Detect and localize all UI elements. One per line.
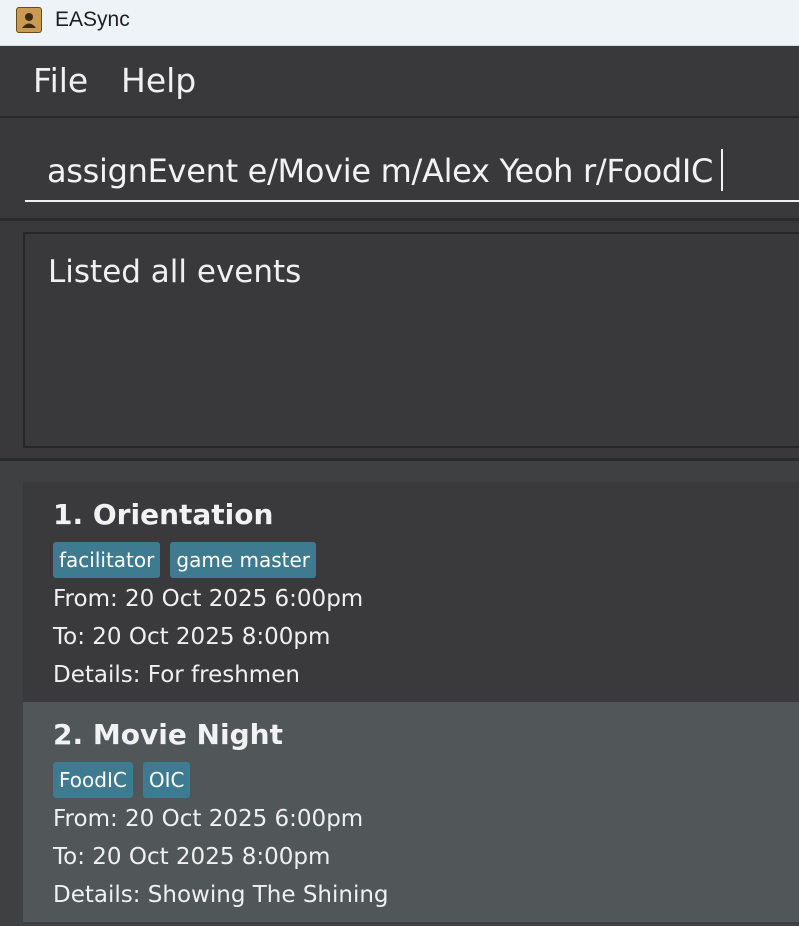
result-display-panel: Listed all events [0, 221, 799, 461]
text-caret [721, 149, 724, 191]
event-details: Details: For freshmen [53, 662, 300, 688]
tag: facilitator [53, 542, 161, 578]
event-details: Details: Showing The Shining [53, 882, 389, 908]
event-title: 1. Orientation [53, 498, 274, 531]
address-book-icon [16, 7, 42, 33]
event-list[interactable]: 1. Orientation facilitator game master Fr… [0, 461, 799, 926]
menu-file[interactable]: File [33, 61, 88, 100]
result-message: Listed all events [48, 254, 302, 290]
event-to: To: 20 Oct 2025 8:00pm [53, 844, 331, 870]
tag: FoodIC [53, 762, 133, 798]
title-bar: EASync [0, 0, 799, 46]
menu-bar: File Help [0, 46, 799, 118]
tag: game master [170, 542, 316, 578]
event-title: 2. Movie Night [53, 718, 283, 751]
command-text: assignEvent e/Movie m/Alex Yeoh r/FoodIC [47, 152, 714, 190]
result-display[interactable]: Listed all events [23, 232, 799, 448]
menu-help[interactable]: Help [121, 61, 196, 100]
event-card-selected[interactable]: 2. Movie Night FoodIC OIC From: 20 Oct 20… [23, 702, 799, 922]
event-card[interactable]: 1. Orientation facilitator game master Fr… [23, 482, 799, 702]
command-box-panel: assignEvent e/Movie m/Alex Yeoh r/FoodIC [0, 118, 799, 221]
window-title: EASync [55, 8, 130, 31]
event-from: From: 20 Oct 2025 6:00pm [53, 586, 364, 612]
event-to: To: 20 Oct 2025 8:00pm [53, 624, 331, 650]
command-input[interactable]: assignEvent e/Movie m/Alex Yeoh r/FoodIC [25, 140, 799, 202]
event-from: From: 20 Oct 2025 6:00pm [53, 806, 364, 832]
event-tags: facilitator game master [53, 542, 326, 578]
tag: OIC [142, 762, 191, 798]
event-tags: FoodIC OIC [53, 762, 200, 798]
